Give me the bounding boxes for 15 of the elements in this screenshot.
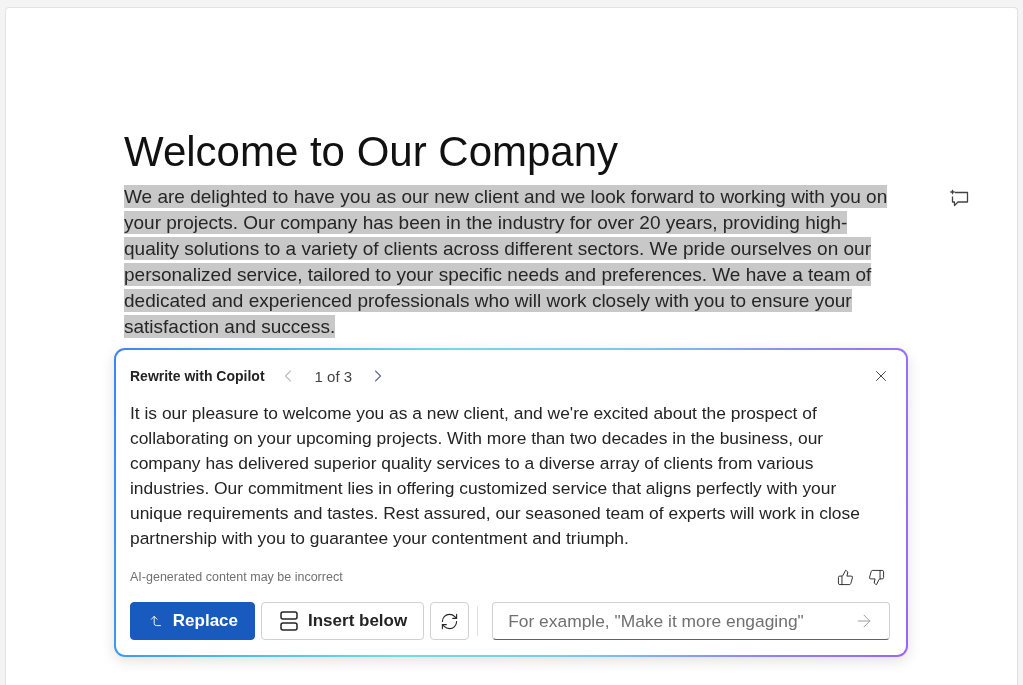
refresh-icon xyxy=(440,611,460,631)
thumbs-down-icon[interactable] xyxy=(868,568,885,586)
panel-title: Rewrite with Copilot xyxy=(130,367,265,386)
regenerate-button[interactable] xyxy=(430,602,470,640)
prompt-field[interactable]: For example, "Make it more engaging" xyxy=(492,602,890,640)
pager-label: 1 of 3 xyxy=(314,367,353,385)
disclaimer-text: AI-generated content may be incorrect xyxy=(130,570,344,584)
thumbs-up-icon[interactable] xyxy=(837,568,854,586)
suggestion-text: It is our pleasure to welcome you as a new client, and we're excited about the prospect of collaborating on your upcoming projects. With more than two decades in the business, our company has delivered superior quality services to a diverse array of clients from various industries. Our commitment lies in offering customized service that aligns perfectly with your unique requirements and tastes. Rest assured, our seasoned team of experts will work in close partnership with you to guarantee your contentment and triumph. xyxy=(130,402,860,550)
add-comment-icon[interactable] xyxy=(950,189,969,207)
stacked-rows-icon xyxy=(280,611,298,631)
insert-below-button[interactable]: Insert below xyxy=(261,602,425,640)
document-heading: Welcome to Our Company xyxy=(124,127,619,177)
replace-button[interactable]: Replace xyxy=(130,602,255,640)
selected-paragraph: We are delighted to have you as our new client and we look forward to working with you on your projects. Our company has been in the industry for over 20 years, providing high-quality solutions to a variety of clients across different sectors. We pride ourselves on our personalized service, tailored to your specific needs and preferences. We have a team of dedicated and experienced professionals who will work closely with you to ensure your satisfaction and success. xyxy=(124,184,889,340)
